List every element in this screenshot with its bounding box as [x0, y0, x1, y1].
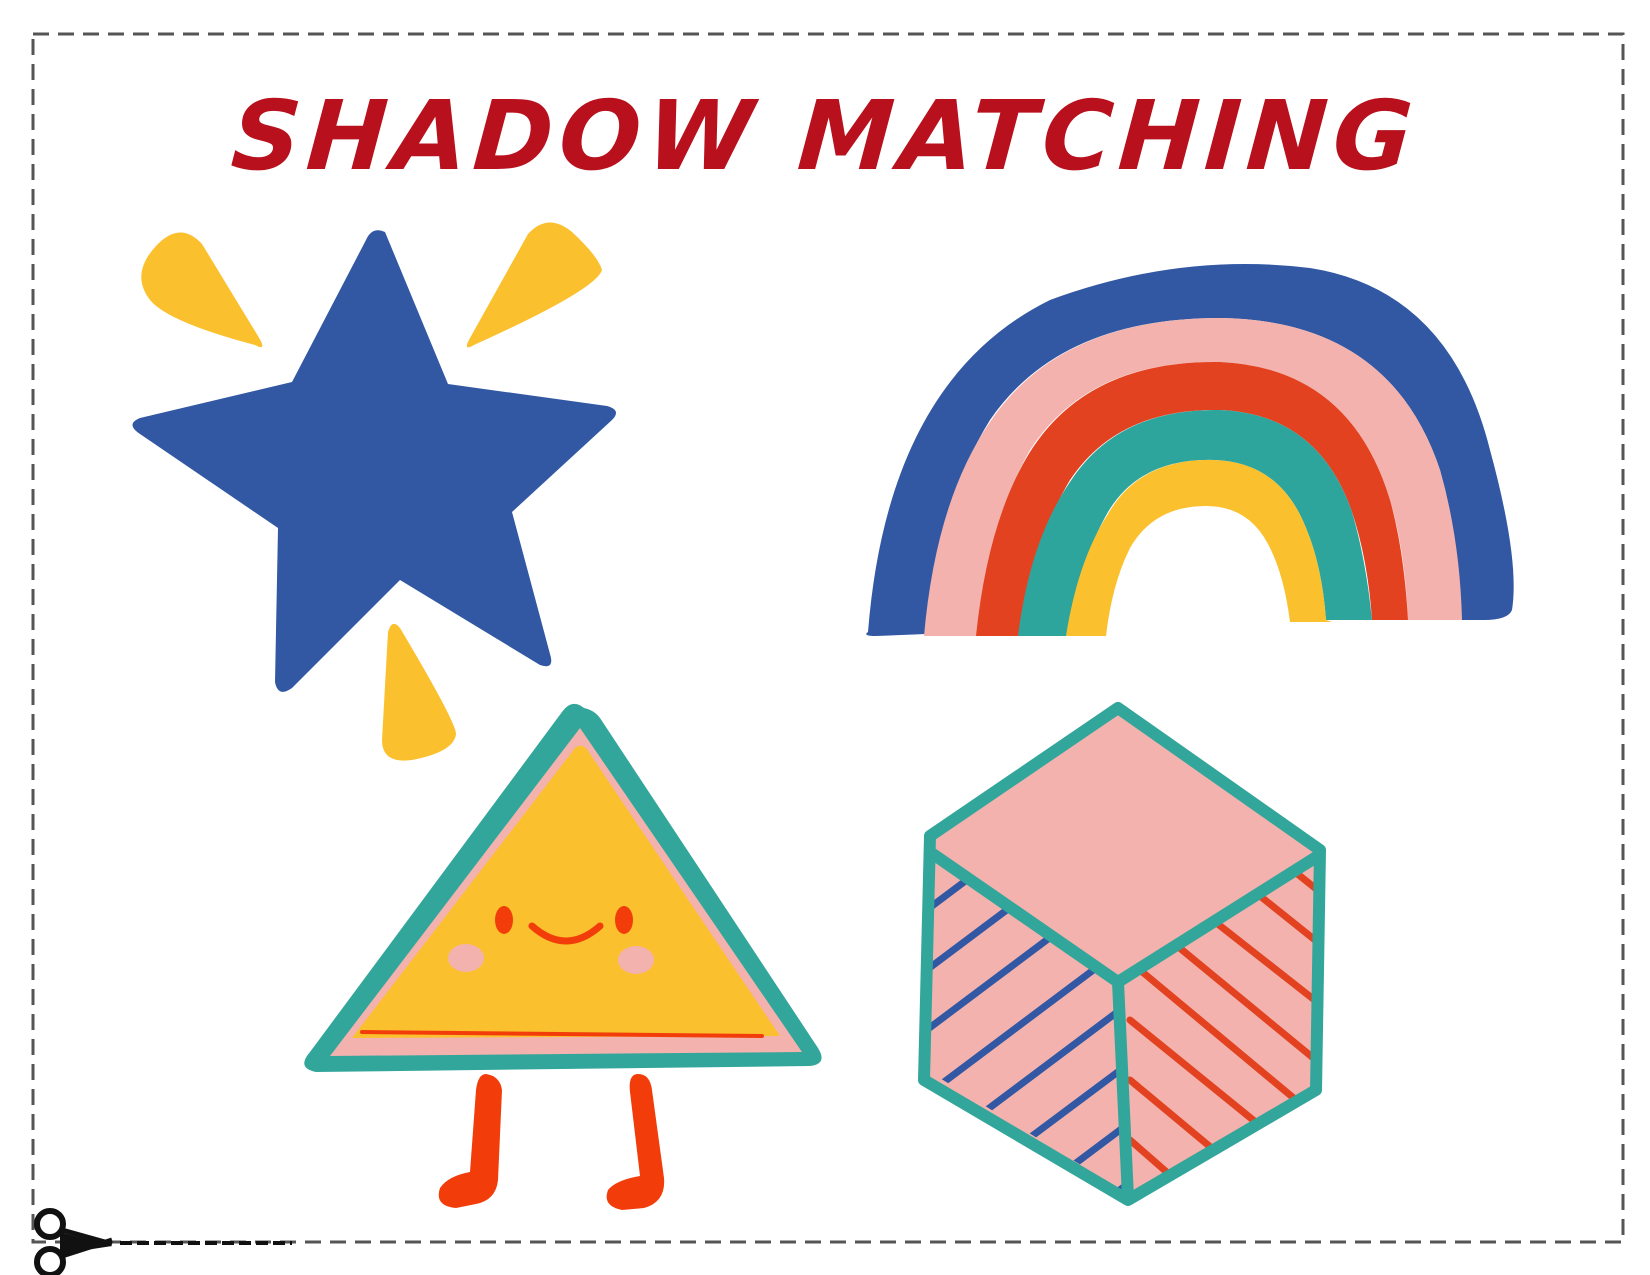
scissors-icon	[34, 1208, 113, 1275]
triangle-cheek-left	[448, 944, 484, 972]
sparkle-top-right-icon	[466, 222, 602, 348]
rainbow-shape	[866, 264, 1514, 636]
triangle-leg-right	[606, 1074, 665, 1210]
cut-border	[31, 32, 1625, 1244]
worksheet-title: SHADOW MATCHING	[227, 80, 1422, 192]
triangle-cheek-right	[618, 946, 654, 974]
triangle-eye-right	[615, 906, 633, 934]
shadow-matching-worksheet: SHADOW MATCHING	[0, 0, 1650, 1275]
triangle-leg-left	[438, 1074, 502, 1208]
triangle-yellow-face	[352, 745, 780, 1038]
triangle-character-shape	[304, 703, 822, 1210]
sparkle-bottom-icon	[382, 623, 456, 761]
cube-shape	[918, 702, 1326, 1206]
star-shape	[132, 222, 616, 761]
cut-guide	[34, 1208, 292, 1275]
triangle-eye-left	[495, 906, 513, 934]
sparkle-top-left-icon	[141, 232, 263, 348]
